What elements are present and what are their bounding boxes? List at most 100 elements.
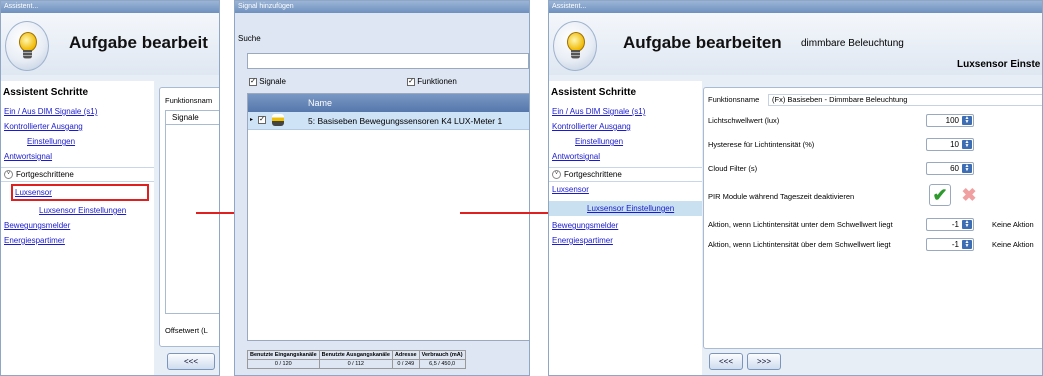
luxsensor-device-icon xyxy=(272,114,284,126)
action-above-label: Aktion, wenn Lichtintensität über dem Sc… xyxy=(708,240,891,249)
spin-arrows-icon[interactable]: ▲ ▼ xyxy=(962,164,972,173)
steps-panel: Assistent Schritte Ein / Aus DIM Signale… xyxy=(1,81,154,375)
step-settings[interactable]: Einstellungen xyxy=(549,134,702,149)
action-above-value: -1 xyxy=(951,240,959,249)
hysteresis-stepper[interactable]: 10 ▲ ▼ xyxy=(926,138,974,151)
threshold-stepper[interactable]: 100 ▲ ▼ xyxy=(926,114,974,127)
offset-label: Offsetwert (L xyxy=(165,326,208,335)
content-panel: Funktionsnam Signale Offsetwert (L xyxy=(159,87,219,347)
advanced-section[interactable]: ˅ Fortgeschrittene xyxy=(549,167,702,182)
step-output[interactable]: Kontrollierter Ausgang xyxy=(1,119,154,134)
step-luxsensor-settings[interactable]: Luxsensor Einstellungen xyxy=(1,203,154,218)
search-label: Suche xyxy=(238,34,261,43)
stat-power: 6,5 / 450,0 xyxy=(418,359,466,369)
action-below-text: Keine Aktion xyxy=(992,220,1034,229)
step-luxsensor[interactable]: Luxsensor xyxy=(11,184,149,201)
spin-arrows-icon[interactable]: ▲ ▼ xyxy=(962,220,972,229)
cross-icon[interactable]: ✖ xyxy=(959,185,979,205)
step-luxsensor-settings[interactable]: Luxsensor Einstellungen xyxy=(549,201,702,216)
wizard-window-left: Assistent... Aufgabe bearbeit Assistent … xyxy=(0,0,220,376)
advanced-label: Fortgeschrittene xyxy=(16,170,74,179)
row-checkbox[interactable]: ✓ xyxy=(258,116,266,124)
step-response[interactable]: Antwortsignal xyxy=(549,149,702,164)
spin-arrows-icon[interactable]: ▲ ▼ xyxy=(962,116,972,125)
window-title: Assistent... xyxy=(1,1,219,13)
add-signal-dialog: Signal hinzufügen Suche ✓ Signale ✓ Funk… xyxy=(234,0,530,376)
row-name: 5: Basiseben Bewegungssensoren K4 LUX-Me… xyxy=(308,116,503,126)
signal-table: Name ▸ ✓ 5: Basiseben Bewegungssensoren … xyxy=(247,93,529,341)
advanced-section[interactable]: ˅ Fortgeschrittene xyxy=(1,167,154,182)
step-luxsensor[interactable]: Luxsensor xyxy=(549,182,702,197)
checkmark-icon[interactable]: ✔ xyxy=(929,184,951,206)
section-title: Luxsensor Einste xyxy=(957,59,1041,70)
filter-funktionen[interactable]: ✓ Funktionen xyxy=(407,77,457,86)
lightbulb-icon xyxy=(5,21,49,71)
steps-panel: Assistent Schritte Ein / Aus DIM Signale… xyxy=(549,81,702,375)
step-output[interactable]: Kontrollierter Ausgang xyxy=(549,119,702,134)
cloud-filter-stepper[interactable]: 60 ▲ ▼ xyxy=(926,162,974,175)
settings-panel: Funktionsname (Fx) Basiseben - Dimmbare … xyxy=(703,87,1042,349)
action-below-stepper[interactable]: -1 ▲ ▼ xyxy=(926,218,974,231)
filter-signale[interactable]: ✓ Signale xyxy=(249,77,286,86)
action-below-value: -1 xyxy=(951,220,959,229)
dialog-title: Signal hinzufügen xyxy=(235,1,529,13)
action-above-stepper[interactable]: -1 ▲ ▼ xyxy=(926,238,974,251)
spin-arrows-icon[interactable]: ▲ ▼ xyxy=(962,140,972,149)
page-title: Aufgabe bearbeiten xyxy=(623,33,782,52)
table-header: Name xyxy=(248,94,529,112)
checkbox-icon: ✓ xyxy=(407,77,415,86)
lightbulb-icon xyxy=(553,21,597,71)
advanced-label: Fortgeschrittene xyxy=(564,170,622,179)
stat-header-power: Verbrauch (mA) xyxy=(418,350,466,360)
filter-signale-label: Signale xyxy=(259,77,286,86)
threshold-value: 100 xyxy=(945,116,959,125)
step-energy[interactable]: Energiespartimer xyxy=(1,233,154,248)
action-above-text: Keine Aktion xyxy=(992,240,1034,249)
funktionsname-label: Funktionsname xyxy=(708,95,760,104)
stat-inputs: 0 / 120 xyxy=(247,359,320,369)
expand-icon[interactable]: ▸ xyxy=(250,116,253,123)
col-name[interactable]: Name xyxy=(308,98,332,108)
header: Aufgabe bearbeit xyxy=(1,13,219,75)
step-motion[interactable]: Bewegungsmelder xyxy=(1,218,154,233)
search-input[interactable] xyxy=(247,53,529,69)
steps-title: Assistent Schritte xyxy=(551,87,637,98)
field-label-hysteresis: Hysterese für Lichtintensität (%) xyxy=(708,140,815,149)
stat-address: 0 / 249 xyxy=(391,359,420,369)
step-energy[interactable]: Energiespartimer xyxy=(549,233,702,248)
window-title: Assistent... xyxy=(549,1,1042,13)
back-button[interactable]: <<< xyxy=(167,353,215,370)
field-label-threshold: Lichtschwellwert (lux) xyxy=(708,116,780,125)
stat-header-inputs: Benutzte Eingangskanäle xyxy=(247,350,320,360)
stat-outputs: 0 / 112 xyxy=(318,359,393,369)
stat-header-address: Adresse xyxy=(391,350,420,360)
page-title: Aufgabe bearbeit xyxy=(69,33,208,52)
table-row[interactable]: ▸ ✓ 5: Basiseben Bewegungssensoren K4 LU… xyxy=(248,112,529,130)
step-signals[interactable]: Ein / Aus DIM Signale (s1) xyxy=(549,104,702,119)
cloud-filter-value: 60 xyxy=(950,164,959,173)
funktionsname-input[interactable]: (Fx) Basiseben - Dimmbare Beleuchtung xyxy=(768,94,1042,106)
steps-title: Assistent Schritte xyxy=(3,87,89,98)
hysteresis-value: 10 xyxy=(950,140,959,149)
back-button[interactable]: <<< xyxy=(709,353,743,370)
field-label-cloud: Cloud Filter (s) xyxy=(708,164,758,173)
funktionsname-label: Funktionsnam xyxy=(165,96,213,105)
pir-label: PIR Module während Tageszeit deaktiviere… xyxy=(708,192,855,201)
step-settings[interactable]: Einstellungen xyxy=(1,134,154,149)
page-subtitle: dimmbare Beleuchtung xyxy=(801,38,904,49)
chevron-down-icon: ˅ xyxy=(4,170,13,179)
spin-arrows-icon[interactable]: ▲ ▼ xyxy=(962,240,972,249)
highlight-arrow-2 xyxy=(460,208,556,218)
usage-stats: Benutzte Eingangskanäle Benutzte Ausgang… xyxy=(247,350,466,369)
next-button[interactable]: >>> xyxy=(747,353,781,370)
step-response[interactable]: Antwortsignal xyxy=(1,149,154,164)
stat-header-outputs: Benutzte Ausgangskanäle xyxy=(318,350,393,360)
checkbox-icon: ✓ xyxy=(249,77,257,86)
step-motion[interactable]: Bewegungsmelder xyxy=(549,218,702,233)
wizard-window-right: Assistent... Aufgabe bearbeiten dimmbare… xyxy=(548,0,1043,376)
chevron-down-icon: ˅ xyxy=(552,170,561,179)
action-below-label: Aktion, wenn Lichtintensität unter dem S… xyxy=(708,220,893,229)
tab-signale[interactable]: Signale xyxy=(165,110,219,124)
step-signals[interactable]: Ein / Aus DIM Signale (s1) xyxy=(1,104,154,119)
header: Aufgabe bearbeiten dimmbare Beleuchtung … xyxy=(549,13,1042,75)
